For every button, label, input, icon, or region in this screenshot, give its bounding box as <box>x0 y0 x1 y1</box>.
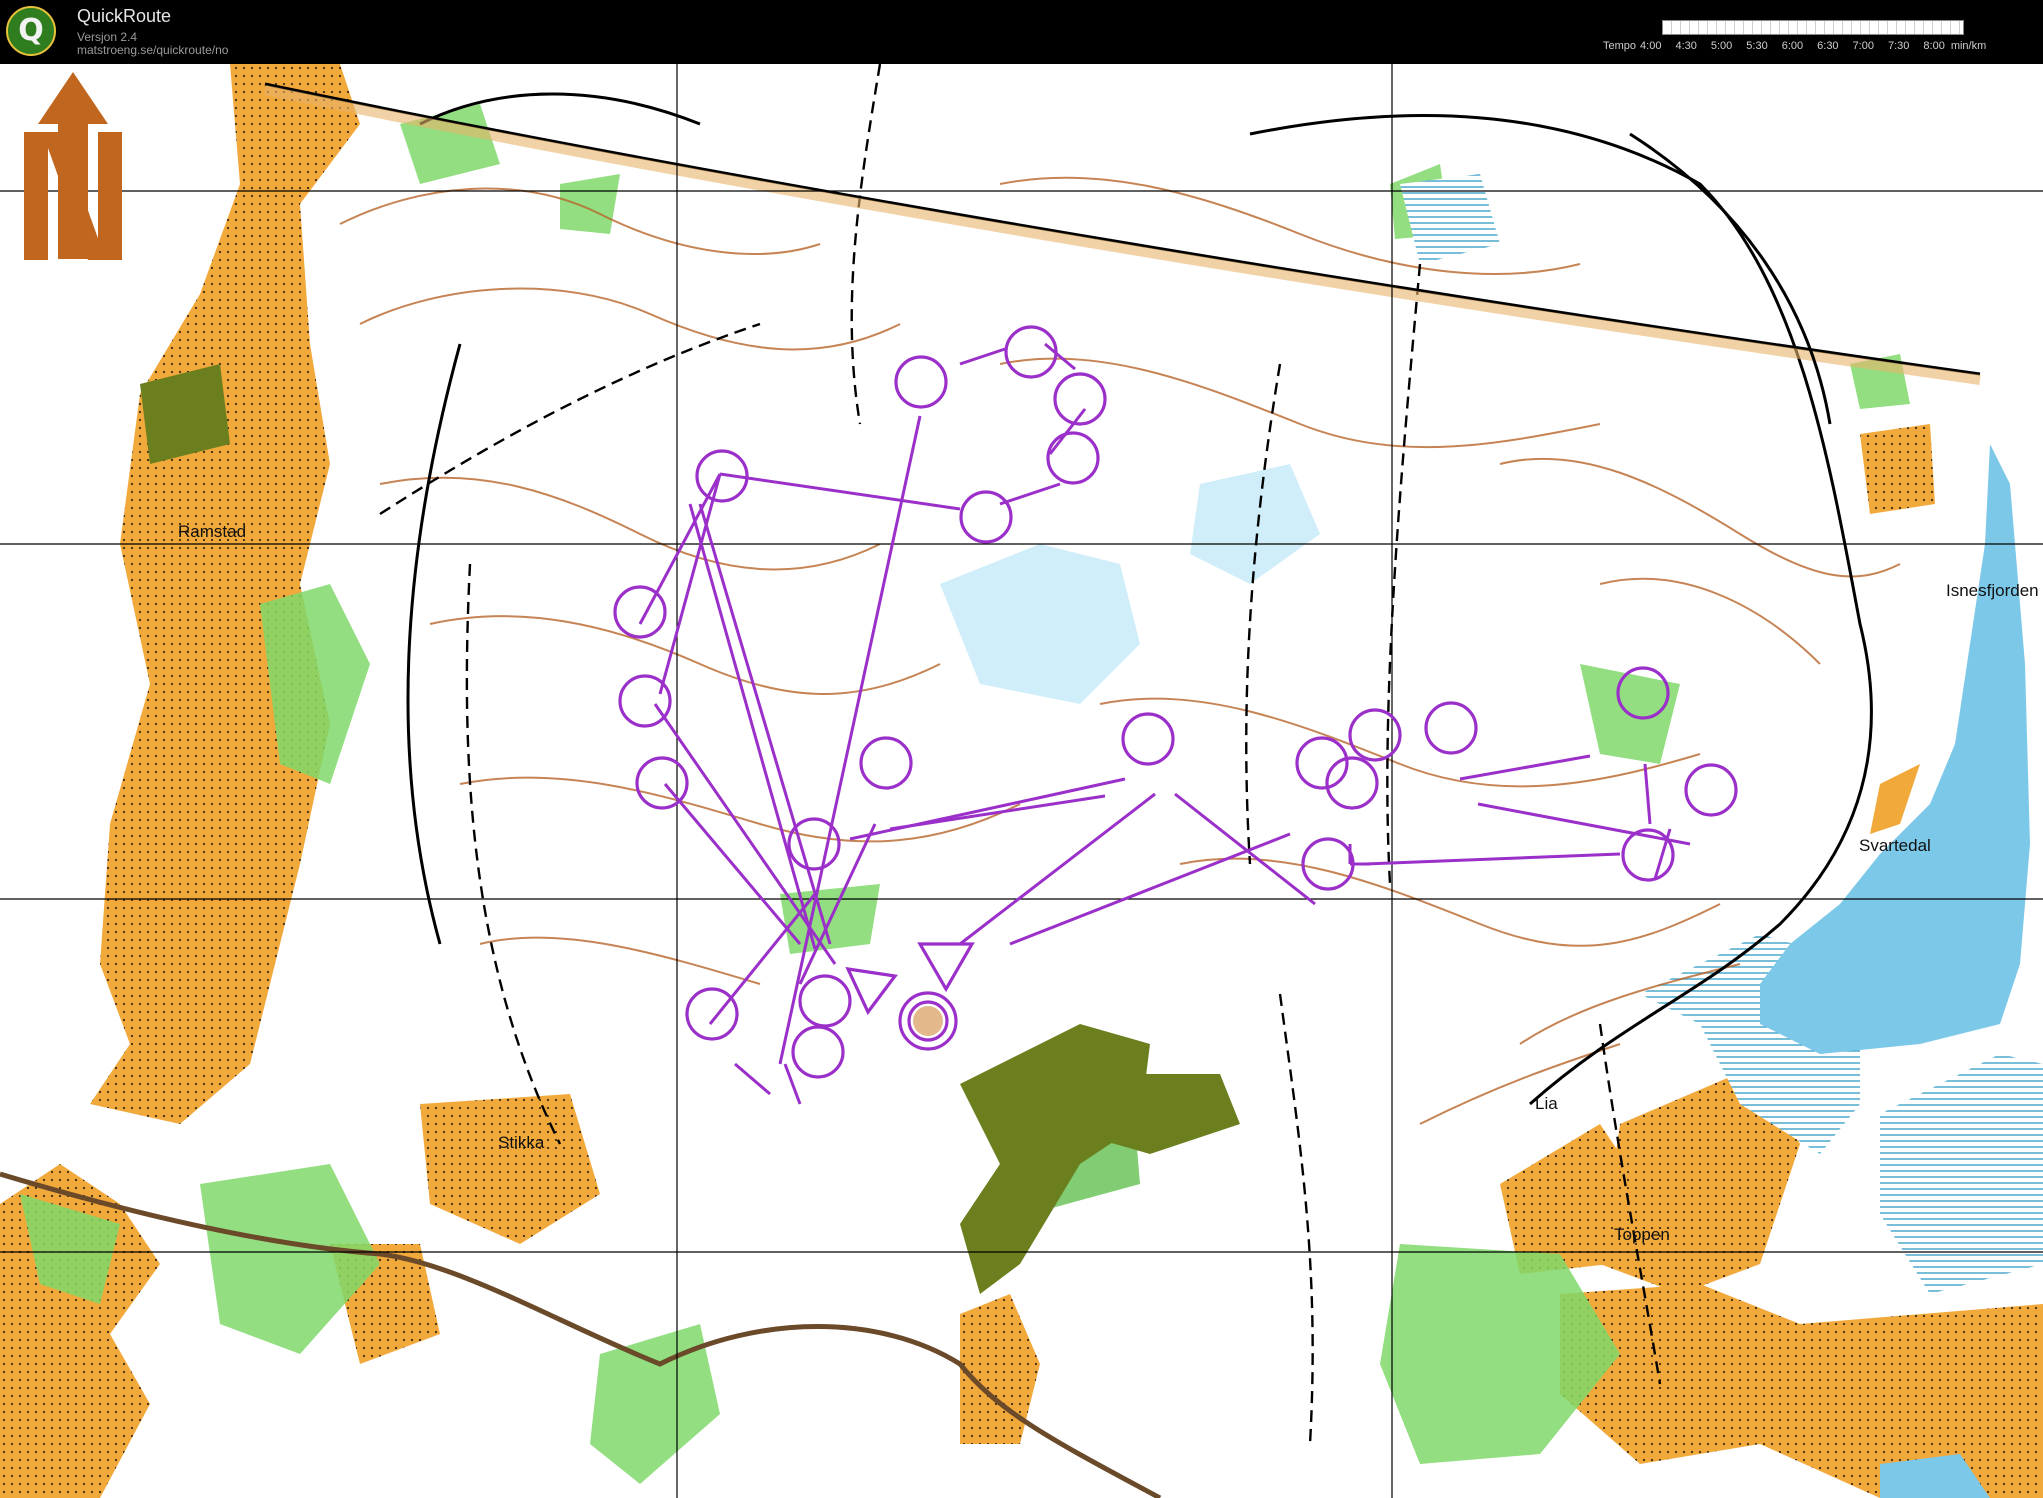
tempo-color-scale <box>1662 20 1964 35</box>
quickroute-logo-icon: Q <box>6 6 56 56</box>
tempo-tick: 4:00 <box>1640 40 1662 52</box>
place-label-toppen: Toppen <box>1614 1225 1670 1244</box>
place-label-lia: Lia <box>1535 1094 1558 1113</box>
app-url: matstroeng.se/quickroute/no <box>77 43 229 57</box>
finish-area-fill <box>913 1006 943 1036</box>
app-name: QuickRoute <box>77 6 172 26</box>
place-label-isnesfjorden: Isnesfjorden <box>1946 581 2039 600</box>
place-label-ramstad: Ramstad <box>178 522 246 541</box>
tempo-tick: 5:30 <box>1746 40 1768 52</box>
orienteering-map[interactable]: Ramstad Stikka Isnesfjorden Svartedal Li… <box>0 64 2043 1498</box>
tempo-unit: min/km <box>1950 40 1987 52</box>
tempo-tick: 5:00 <box>1710 40 1733 52</box>
tempo-tick: 6:30 <box>1817 40 1839 52</box>
app-version: Versjon 2.4 <box>77 30 138 44</box>
tempo-tick: 7:00 <box>1852 40 1874 52</box>
tempo-legend: Tempo 4:00 4:30 5:00 5:30 6:00 6:30 7:00… <box>1603 40 1986 52</box>
place-label-svartedal: Svartedal <box>1859 836 1931 855</box>
tempo-label: Tempo <box>1603 40 1637 52</box>
title-bar: Q QuickRoute Versjon 2.4 matstroeng.se/q… <box>0 0 2043 64</box>
place-label-stikka: Stikka <box>498 1133 545 1152</box>
tempo-tick: 8:00 <box>1923 40 1945 52</box>
tempo-tick: 4:30 <box>1675 40 1697 52</box>
tempo-tick: 6:00 <box>1781 40 1804 52</box>
tempo-tick: 7:30 <box>1887 40 1910 52</box>
